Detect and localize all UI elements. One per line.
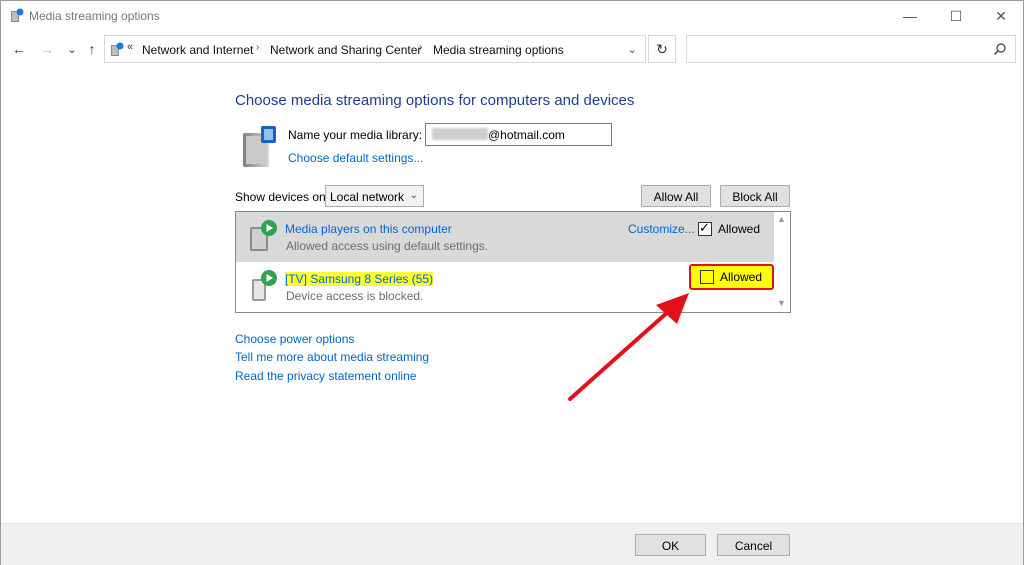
overflow-chevron-icon[interactable]: «	[127, 41, 133, 53]
minimize-button[interactable]: —	[887, 1, 933, 31]
media-server-icon	[243, 126, 276, 167]
up-arrow-icon: ↑	[88, 41, 96, 57]
address-dropdown-icon[interactable]: ⌄	[628, 43, 637, 56]
show-devices-value: Local network	[330, 190, 405, 204]
device-list-scrollbar[interactable]: ▲ ▼	[774, 212, 790, 312]
device-list: Media players on this computer Allowed a…	[235, 211, 791, 313]
media-streaming-window: Media streaming options — ☐ ✕ ← → ⌄ ↑ « …	[0, 0, 1024, 565]
minimize-icon: —	[903, 8, 917, 24]
maximize-button[interactable]: ☐	[933, 1, 979, 31]
checkbox-box[interactable]	[700, 270, 714, 284]
refresh-icon: ↻	[656, 40, 668, 57]
block-all-button[interactable]: Block All	[720, 185, 790, 207]
cancel-button[interactable]: Cancel	[717, 534, 790, 556]
recent-locations-button[interactable]: ⌄	[64, 41, 80, 57]
title-bar: Media streaming options — ☐ ✕	[1, 1, 1023, 31]
breadcrumb-network-sharing-center[interactable]: Network and Sharing Center	[270, 43, 421, 57]
allowed-label: Allowed	[720, 270, 763, 284]
maximize-icon: ☐	[949, 7, 963, 24]
back-arrow-icon: ←	[12, 41, 26, 57]
forward-arrow-icon: →	[40, 41, 54, 57]
back-button[interactable]: ←	[11, 41, 27, 57]
window-title: Media streaming options	[29, 9, 160, 23]
search-icon	[993, 43, 1006, 56]
device-name[interactable]: Media players on this computer	[285, 222, 452, 236]
device-status: Device access is blocked.	[286, 289, 424, 303]
choose-power-options-link[interactable]: Choose power options	[235, 332, 354, 346]
ok-button[interactable]: OK	[635, 534, 706, 556]
chevron-down-icon: ⌄	[409, 190, 418, 201]
choose-default-settings-link[interactable]: Choose default settings...	[288, 151, 423, 165]
search-input[interactable]	[686, 35, 1016, 63]
media-library-value: @hotmail.com	[488, 128, 565, 142]
allowed-label: Allowed	[718, 222, 761, 236]
scroll-up-icon[interactable]: ▲	[777, 214, 786, 224]
tell-more-link[interactable]: Tell me more about media streaming	[235, 350, 429, 364]
address-bar[interactable]: « Network and Internet › Network and Sha…	[104, 35, 646, 63]
device-row-media-players[interactable]: Media players on this computer Allowed a…	[236, 212, 774, 262]
checkmark-icon: ✓	[699, 220, 710, 235]
allowed-checkbox-media-players[interactable]: ✓ Allowed	[698, 220, 760, 238]
annotation-arrow	[568, 293, 689, 401]
show-devices-label: Show devices on:	[235, 190, 330, 204]
navigation-bar: ← → ⌄ ↑ « Network and Internet › Network…	[1, 33, 1023, 65]
media-streaming-app-icon	[11, 8, 24, 22]
allow-all-button[interactable]: Allow All	[641, 185, 711, 207]
media-library-name-input[interactable]: @hotmail.com	[425, 123, 612, 146]
show-devices-select[interactable]: Local network ⌄	[325, 185, 424, 207]
chevron-right-icon[interactable]: ›	[419, 42, 422, 53]
media-library-label: Name your media library:	[288, 128, 423, 142]
breadcrumb-media-streaming-options[interactable]: Media streaming options	[433, 43, 564, 57]
allowed-checkbox-samsung-tv[interactable]: Allowed	[689, 264, 775, 290]
refresh-button[interactable]: ↻	[648, 35, 676, 63]
customize-link[interactable]: Customize...	[628, 222, 695, 236]
redacted-username	[432, 128, 488, 140]
breadcrumb-network-and-internet[interactable]: Network and Internet	[142, 43, 253, 57]
device-name-wrap[interactable]: [TV] Samsung 8 Series (55)	[285, 272, 434, 286]
checkbox-box[interactable]: ✓	[698, 220, 712, 236]
control-panel-icon	[111, 42, 124, 56]
close-icon: ✕	[995, 7, 1007, 24]
device-name[interactable]: [TV] Samsung 8 Series (55)	[285, 272, 434, 286]
media-player-device-icon	[250, 220, 277, 251]
tv-device-icon	[252, 270, 277, 301]
chevron-right-icon[interactable]: ›	[256, 42, 259, 53]
chevron-down-icon: ⌄	[67, 43, 77, 56]
up-button[interactable]: ↑	[84, 41, 100, 57]
close-button[interactable]: ✕	[978, 1, 1024, 31]
privacy-statement-link[interactable]: Read the privacy statement online	[235, 369, 416, 383]
device-status: Allowed access using default settings.	[286, 239, 489, 253]
page-heading: Choose media streaming options for compu…	[235, 92, 635, 109]
dialog-footer: OK Cancel	[1, 523, 1023, 565]
forward-button[interactable]: →	[39, 41, 55, 57]
scroll-down-icon[interactable]: ▼	[777, 298, 786, 308]
